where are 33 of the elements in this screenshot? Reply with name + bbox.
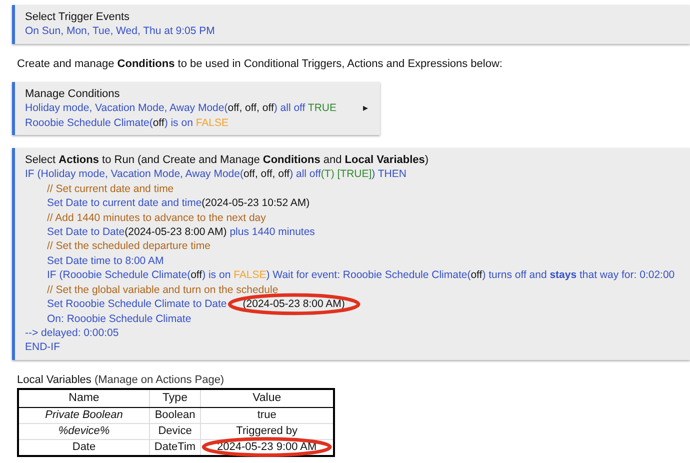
table-cell: %device% xyxy=(18,423,150,440)
code-line: IF (Rooobie Schedule Climate(off) is on FALSE) Wait for event: Rooobie Schedule Climate(off) turns off and stays that way for: 0:02:00 xyxy=(47,268,675,283)
code-line: Holiday mode, Vacation Mode, Away Mode(off, off, off) all off TRUE xyxy=(25,101,337,116)
section-title: Local Variables (Manage on Actions Page) xyxy=(17,372,224,387)
code-line: IF (Holiday mode, Vacation Mode, Away Mode(off, off, off) all off(T) [TRUE]) THEN xyxy=(25,167,406,182)
code-line: Set Rooobie Schedule Climate to Date (2024-05-23 8:00 AM) xyxy=(47,297,361,312)
code-line: Set Date to current date and time(2024-05-23 10:52 AM) xyxy=(47,196,310,211)
description-text: Create and manage Conditions to be used in Conditional Triggers, Actions and Expressions below: xyxy=(17,56,502,71)
code-line: On: Rooobie Schedule Climate xyxy=(47,312,192,326)
code-line: // Set current date and time xyxy=(47,182,174,196)
code-line: Set Date to Date(2024-05-23 8:00 AM) plus 1440 minutes xyxy=(47,225,315,240)
table-cell: Device xyxy=(150,423,200,440)
rule-card[interactable]: Manage Conditions Holiday mode, Vacation Mode, Away Mode(off, off, off) all off TRUE Rooobie Schedule Climate(off) is on FALSE ▸ xyxy=(12,82,380,136)
card-title: Manage Conditions xyxy=(25,86,120,102)
code-line: // Add 1440 minutes to advance to the next day xyxy=(47,210,266,226)
expand-button[interactable]: ▸ xyxy=(361,102,370,114)
code-line: On Sun, Mon, Tue, Wed, Thu at 9:05 PM xyxy=(25,24,215,39)
table-cell: Private Boolean xyxy=(18,407,150,424)
code-line: // Set the scheduled departure time xyxy=(47,239,210,254)
code-line: Rooobie Schedule Climate(off) is on FALSE xyxy=(25,116,229,130)
code-line: END-IF xyxy=(25,340,60,355)
table-cell: Triggered by xyxy=(200,423,334,440)
table-cell: 2024-05-23 9:00 AM xyxy=(200,439,334,456)
rule-card[interactable]: Select Trigger Events On Sun, Mon, Tue, Wed, Thu at 9:05 PM xyxy=(12,5,690,44)
code-line: Set Date time to 8:00 AM xyxy=(47,254,164,268)
code-line: // Set the global variable and turn on the schedule xyxy=(47,282,278,298)
column-header: Name xyxy=(18,388,150,408)
rule-card[interactable] xyxy=(12,148,690,360)
table-cell: Boolean xyxy=(150,407,200,424)
column-header: Type xyxy=(150,388,200,408)
card-title: Select Actions to Run (and Create and Manage Conditions and Local Variables) xyxy=(25,153,429,168)
code-line: --> delayed: 0:00:05 xyxy=(25,326,119,340)
card-title: Select Trigger Events xyxy=(25,10,130,24)
